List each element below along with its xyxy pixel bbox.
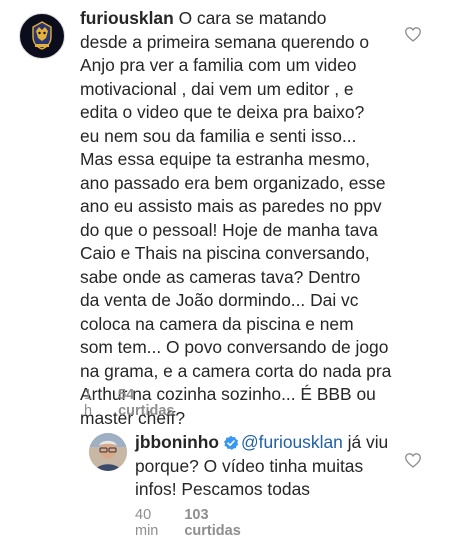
reply-meta: 40 min 103 curtidas	[135, 507, 241, 539]
reply-time: 40 min	[135, 507, 159, 539]
avatar-jbboninho[interactable]	[89, 433, 127, 471]
heart-outline-icon[interactable]	[404, 452, 422, 468]
profile-photo-icon	[89, 433, 127, 471]
heart-outline-icon[interactable]	[404, 26, 422, 42]
reply-likes[interactable]: 103 curtidas	[184, 507, 240, 539]
reply-text: jbboninho @furiousklan já viu porque? O v…	[135, 431, 415, 502]
avatar-furiousklan[interactable]	[19, 13, 65, 59]
comment-text: furiousklan O cara se matando desde a pr…	[80, 7, 415, 430]
comment-username[interactable]: furiousklan	[80, 8, 174, 28]
reply-username[interactable]: jbboninho	[135, 432, 219, 452]
reply-mention[interactable]: @furiousklan	[241, 432, 343, 452]
comment-body: O cara se matando desde a primeira seman…	[80, 8, 392, 428]
comment-likes[interactable]: 54 curtidas	[118, 387, 174, 419]
verified-badge-icon	[224, 435, 239, 450]
team-logo-icon	[32, 21, 52, 50]
comment-meta: 1 h 54 curtidas	[84, 387, 175, 419]
comment-time: 1 h	[84, 387, 93, 419]
